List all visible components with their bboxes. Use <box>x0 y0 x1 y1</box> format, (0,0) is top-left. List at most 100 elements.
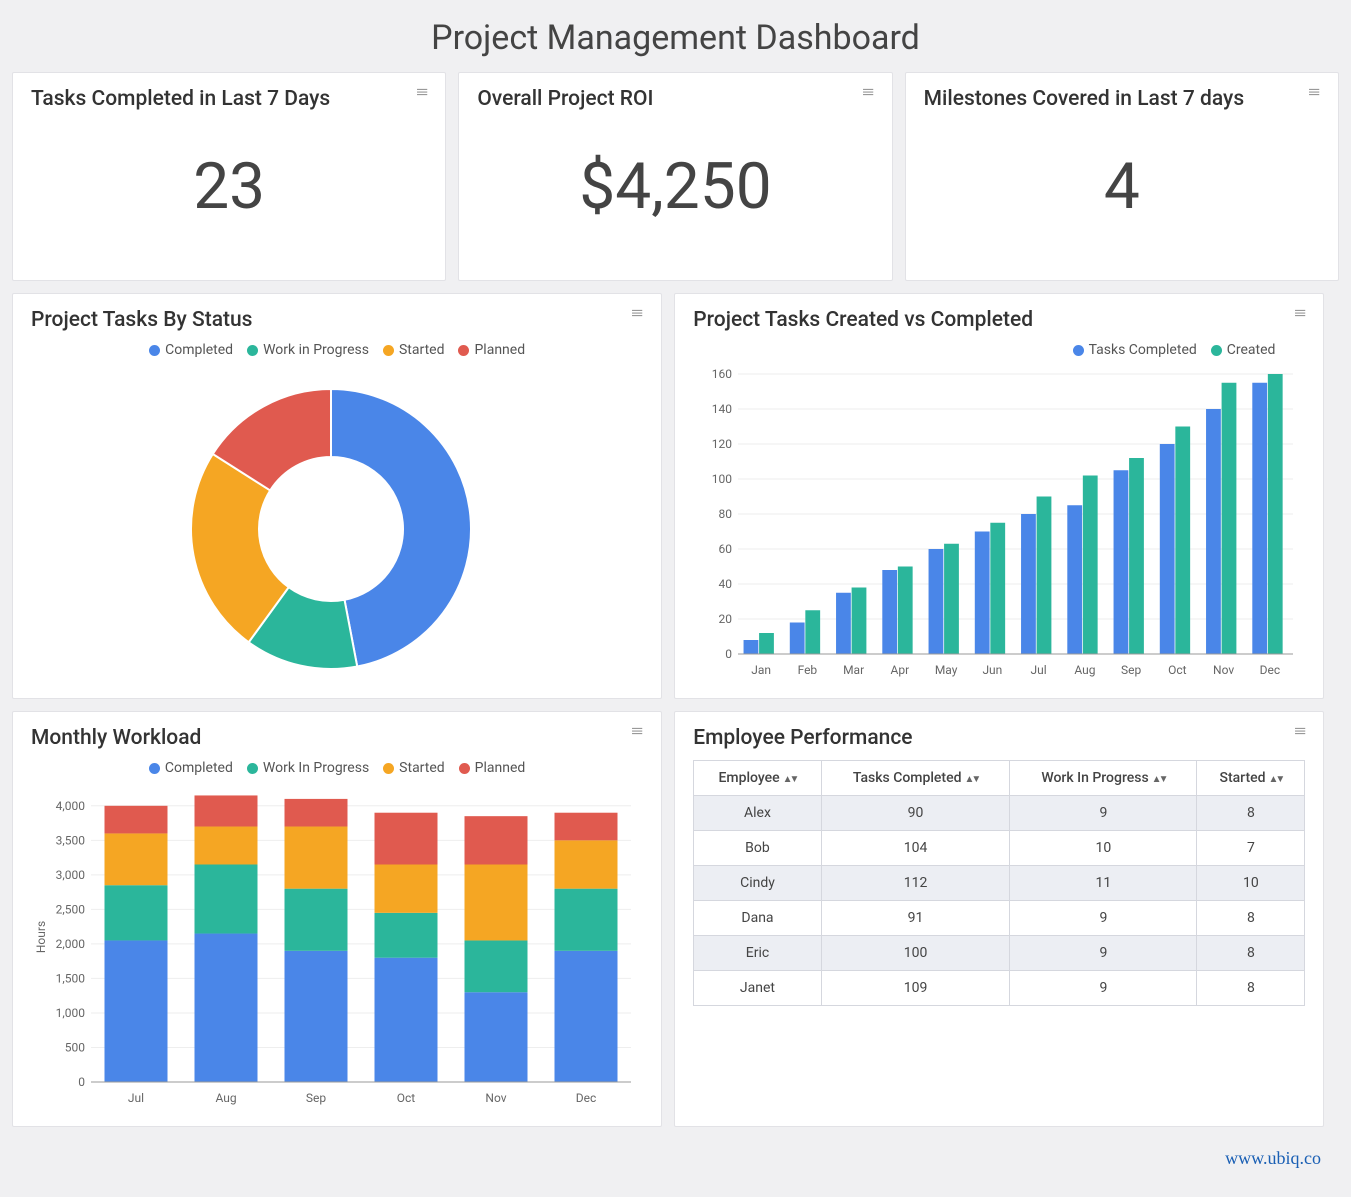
legend-label: Tasks Completed <box>1089 342 1197 358</box>
svg-text:Nov: Nov <box>485 1091 506 1105</box>
sort-icon: ▲▼ <box>1269 774 1283 785</box>
kpi-card-roi: Overall Project ROI ≡ $4,250 <box>458 72 892 281</box>
svg-text:Oct: Oct <box>397 1091 416 1105</box>
kpi-card-tasks-completed: Tasks Completed in Last 7 Days ≡ 23 <box>12 72 446 281</box>
table-cell: 8 <box>1197 936 1305 971</box>
table-cell: 9 <box>1010 971 1197 1006</box>
kpi-value: 23 <box>31 121 427 266</box>
svg-text:4,000: 4,000 <box>56 799 86 813</box>
legend-label: Created <box>1227 342 1276 358</box>
table-cell: Bob <box>694 831 822 866</box>
table-cell: 8 <box>1197 901 1305 936</box>
svg-text:Apr: Apr <box>891 663 910 677</box>
table-header-wip[interactable]: Work In Progress▲▼ <box>1010 761 1197 796</box>
svg-text:May: May <box>935 663 958 677</box>
svg-text:Aug: Aug <box>215 1091 236 1105</box>
table-cell: 112 <box>821 866 1010 901</box>
chart-legend: Completed Work In Progress Started Plann… <box>31 760 643 776</box>
grouped-bar-chart: 020406080100120140160JanFebMarAprMayJunJ… <box>693 364 1305 684</box>
svg-text:2,500: 2,500 <box>56 902 86 916</box>
table-cell: 104 <box>821 831 1010 866</box>
legend-label: Completed <box>165 760 233 776</box>
table-cell: Cindy <box>694 866 822 901</box>
table-cell: 91 <box>821 901 1010 936</box>
table-row: Bob104107 <box>694 831 1305 866</box>
svg-text:Nov: Nov <box>1213 663 1234 677</box>
svg-text:20: 20 <box>719 612 733 626</box>
svg-text:Sep: Sep <box>1121 663 1141 677</box>
page-title: Project Management Dashboard <box>12 18 1339 58</box>
card-menu-icon[interactable]: ≡ <box>1294 726 1308 736</box>
svg-text:500: 500 <box>65 1040 85 1054</box>
footer-link[interactable]: www.ubiq.co <box>1225 1148 1321 1169</box>
table-cell: 9 <box>1010 901 1197 936</box>
legend-label: Work In Progress <box>263 760 369 776</box>
table-cell: 9 <box>1010 936 1197 971</box>
kpi-card-milestones: Milestones Covered in Last 7 days ≡ 4 <box>905 72 1339 281</box>
svg-text:Hours: Hours <box>34 921 48 953</box>
svg-text:0: 0 <box>725 647 732 661</box>
table-cell: 10 <box>1197 866 1305 901</box>
card-menu-icon[interactable]: ≡ <box>1294 308 1308 318</box>
svg-text:Jul: Jul <box>1031 663 1047 677</box>
svg-text:60: 60 <box>719 542 733 556</box>
card-employee-performance: Employee Performance ≡ Employee▲▼ Tasks … <box>674 711 1324 1127</box>
svg-text:Oct: Oct <box>1168 663 1187 677</box>
svg-text:1,500: 1,500 <box>56 971 86 985</box>
employee-table: Employee▲▼ Tasks Completed▲▼ Work In Pro… <box>693 760 1305 1006</box>
sort-icon: ▲▼ <box>964 774 978 785</box>
card-created-vs-completed: Project Tasks Created vs Completed ≡ Tas… <box>674 293 1324 699</box>
table-cell: Dana <box>694 901 822 936</box>
svg-text:3,000: 3,000 <box>56 868 86 882</box>
legend-label: Work in Progress <box>263 342 369 358</box>
svg-text:Mar: Mar <box>843 663 864 677</box>
svg-text:Jul: Jul <box>128 1091 144 1105</box>
donut-chart <box>31 364 643 684</box>
table-header-started[interactable]: Started▲▼ <box>1197 761 1305 796</box>
kpi-value: 4 <box>924 121 1320 266</box>
svg-text:Jan: Jan <box>751 663 771 677</box>
table-cell: 9 <box>1010 796 1197 831</box>
table-cell: 100 <box>821 936 1010 971</box>
table-cell: Alex <box>694 796 822 831</box>
svg-text:80: 80 <box>719 507 733 521</box>
svg-text:140: 140 <box>712 402 732 416</box>
table-row: Dana9198 <box>694 901 1305 936</box>
svg-text:0: 0 <box>78 1075 85 1089</box>
kpi-title: Milestones Covered in Last 7 days <box>924 87 1244 111</box>
table-cell: 7 <box>1197 831 1305 866</box>
kpi-title: Tasks Completed in Last 7 Days <box>31 87 330 111</box>
card-title: Project Tasks By Status <box>31 308 253 332</box>
kpi-row: Tasks Completed in Last 7 Days ≡ 23 Over… <box>12 72 1339 281</box>
legend-label: Started <box>399 342 445 358</box>
svg-text:Feb: Feb <box>798 663 818 677</box>
svg-text:Sep: Sep <box>306 1091 326 1105</box>
card-menu-icon[interactable]: ≡ <box>632 726 646 736</box>
table-cell: 10 <box>1010 831 1197 866</box>
svg-text:Dec: Dec <box>576 1091 597 1105</box>
card-menu-icon[interactable]: ≡ <box>416 87 430 97</box>
table-cell: 109 <box>821 971 1010 1006</box>
stacked-bar-chart: 05001,0001,5002,0002,5003,0003,5004,000J… <box>31 782 643 1112</box>
card-menu-icon[interactable]: ≡ <box>862 87 876 97</box>
table-row: Janet10998 <box>694 971 1305 1006</box>
card-title: Monthly Workload <box>31 726 201 750</box>
table-cell: 90 <box>821 796 1010 831</box>
svg-text:40: 40 <box>719 577 733 591</box>
card-title: Project Tasks Created vs Completed <box>693 308 1033 332</box>
svg-text:Aug: Aug <box>1075 663 1096 677</box>
table-cell: Janet <box>694 971 822 1006</box>
svg-text:120: 120 <box>712 437 732 451</box>
legend-label: Completed <box>165 342 233 358</box>
svg-text:3,500: 3,500 <box>56 833 86 847</box>
table-header-tasks-completed[interactable]: Tasks Completed▲▼ <box>821 761 1010 796</box>
card-tasks-by-status: Project Tasks By Status ≡ Completed Work… <box>12 293 662 699</box>
legend-label: Planned <box>475 760 526 776</box>
sort-icon: ▲▼ <box>783 774 797 785</box>
chart-legend: Tasks Completed Created <box>693 342 1305 358</box>
table-cell: 11 <box>1010 866 1197 901</box>
card-menu-icon[interactable]: ≡ <box>1308 87 1322 97</box>
table-header-employee[interactable]: Employee▲▼ <box>694 761 822 796</box>
card-menu-icon[interactable]: ≡ <box>632 308 646 318</box>
kpi-value: $4,250 <box>477 121 873 266</box>
